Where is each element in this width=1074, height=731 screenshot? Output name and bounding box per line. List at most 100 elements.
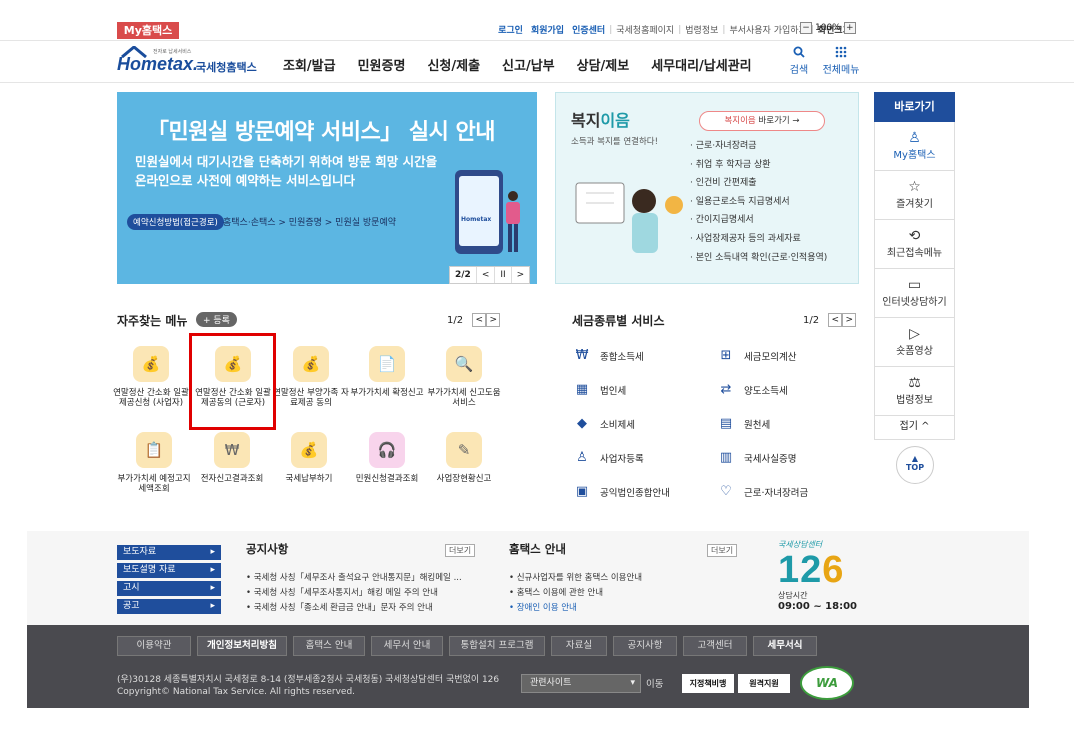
notice-item[interactable]: 국세청 사칭「종소세 환급금 안내」문자 주의 안내 [246, 601, 433, 613]
notice-item[interactable]: 국세청 사칭「세무조사 출석요구 안내통지문」해킹메일 ... [246, 571, 462, 583]
footer-tax-office[interactable]: 세무서 안내 [371, 636, 443, 656]
fav-label: 전자신고결과조회 [200, 474, 264, 484]
quick-shortform-video[interactable]: ▷ 숏폼영상 [874, 318, 955, 367]
footer-install-program[interactable]: 통합설치 프로그램 [449, 636, 545, 656]
favorites-title: 자주찾는 메뉴 [117, 314, 188, 328]
fav-yearend-dependent-consent[interactable]: 💰 연말정산 부양가족 자료제공 동의 [271, 346, 351, 408]
zoom-out-button[interactable]: − [800, 22, 812, 34]
footer-hometax-guide[interactable]: 홈택스 안내 [293, 636, 365, 656]
quick-recent-menu[interactable]: ⟲ 최근접속메뉴 [874, 220, 955, 269]
nav-application-submit[interactable]: 신청/제출 [427, 55, 480, 74]
footer-notice[interactable]: 공지사항 [613, 636, 677, 656]
quick-internet-consult[interactable]: ▭ 인터넷상담하기 [874, 269, 955, 318]
press-explanation-tab[interactable]: 보도설명 자료 [117, 563, 221, 578]
fav-business-status-report[interactable]: ✎ 사업장현황신고 [424, 432, 504, 484]
scroll-top-button[interactable]: ▲ TOP [896, 446, 934, 484]
search-button[interactable]: 검색 [788, 46, 810, 76]
policy-badge[interactable]: 지정책비맹 [682, 674, 734, 693]
tax-global-income[interactable]: ₩ 종합소득세 [572, 348, 644, 363]
nav-tax-agent[interactable]: 세무대리/납세관리 [651, 55, 751, 74]
fav-vat-final-report[interactable]: 📄 부가가치세 확정신고 [347, 346, 427, 398]
quick-label: 즐겨찾기 [896, 199, 933, 210]
welfare-shortcut-button[interactable]: 복지이음 바로가기 → [699, 111, 825, 131]
welfare-item[interactable]: 근로·자녀장려금 [690, 137, 827, 156]
tax-simulation[interactable]: ⊞ 세금모의계산 [716, 348, 797, 363]
my-hometax-tab[interactable]: My홈택스 [117, 22, 179, 39]
banner-prev-button[interactable]: < [477, 267, 496, 283]
go-button[interactable]: 이동 [646, 676, 663, 690]
related-sites-select[interactable]: 관련사이트 [521, 674, 641, 693]
quick-fold-button[interactable]: 접기 ^ [874, 416, 955, 440]
hometax-guide-more-button[interactable]: 더보기 [707, 544, 738, 557]
tax-prev-button[interactable]: < [828, 313, 843, 327]
welfare-item[interactable]: 일용근로소득 지급명세서 [690, 193, 827, 212]
favorites-prev-button[interactable]: < [472, 313, 487, 327]
nav-consult-report[interactable]: 상담/제보 [577, 55, 630, 74]
main-navigation: 조회/발급 민원증명 신청/제출 신고/납부 상담/제보 세무대리/납세관리 [283, 55, 774, 74]
fav-vat-preliminary-notice[interactable]: 📋 부가가치세 예정고지 세액조회 [114, 432, 194, 494]
footer-customer-center[interactable]: 고객센터 [683, 636, 747, 656]
welfare-item[interactable]: 사업장제공자 등의 과세자료 [690, 230, 827, 249]
nts-homepage-link[interactable]: 국세청홈페이지 [612, 23, 678, 36]
welfare-item[interactable]: 본인 소득내역 확인(근로·인적용역) [690, 249, 828, 268]
signup-link[interactable]: 회원가입 [527, 23, 568, 36]
money-bag-icon: 💰 [133, 346, 169, 382]
favorites-page-indicator: 1/2 [447, 315, 464, 326]
play-icon: ▷ [909, 326, 920, 342]
vat-document-icon: 📄 [369, 346, 405, 382]
notification-tab[interactable]: 고시 [117, 581, 221, 596]
login-link[interactable]: 로그인 [494, 23, 527, 36]
tax-withholding[interactable]: ▤ 원천세 [716, 416, 770, 431]
footer-privacy[interactable]: 개인정보처리방침 [197, 636, 287, 656]
web-accessibility-mark: WA [800, 666, 854, 700]
quick-my-hometax[interactable]: ♙ My홈택스 [874, 122, 955, 171]
tax-earned-child-credit[interactable]: ♡ 근로·자녀장려금 [716, 484, 808, 499]
fav-pay-national-tax[interactable]: 💰 국세납부하기 [269, 432, 349, 484]
footer-terms[interactable]: 이용약관 [117, 636, 191, 656]
press-release-tab[interactable]: 보도자료 [117, 545, 221, 560]
guide-item[interactable]: 신규사업자를 위한 홈택스 이용안내 [509, 571, 642, 583]
nav-report-pay[interactable]: 신고/납부 [502, 55, 555, 74]
nav-inquiry-issue[interactable]: 조회/발급 [283, 55, 336, 74]
dept-user-signup-link[interactable]: 부서사용자 가입하기 [725, 23, 810, 36]
fav-yearend-provide-business[interactable]: 💰 연말정산 간소화 일괄제공신청 (사업자) [111, 346, 191, 408]
announcement-tab[interactable]: 공고 [117, 599, 221, 614]
tax-public-interest-corp[interactable]: ▣ 공익법인종합안내 [572, 484, 670, 499]
welfare-item[interactable]: 취업 후 학자금 상환 [690, 156, 827, 175]
all-menu-button[interactable]: 전체메뉴 [820, 46, 862, 76]
law-info-link[interactable]: 법령정보 [681, 23, 722, 36]
welfare-item[interactable]: 간이지급명세서 [690, 211, 827, 230]
notice-more-button[interactable]: 더보기 [445, 544, 476, 557]
tax-next-button[interactable]: > [842, 313, 857, 327]
welfare-ieum-box: 복지이음 소득과 복지를 연결하다! 복지이음 바로가기 → 근로·자녀장려금 … [555, 92, 859, 284]
quick-favorites[interactable]: ☆ 즐겨찾기 [874, 171, 955, 220]
hometax-logo[interactable]: 전자로 납세서비스 Hometax. 국세청홈택스 [117, 46, 257, 76]
banner-next-button[interactable]: > [512, 267, 530, 283]
document-money-icon: 📋 [136, 432, 172, 468]
quick-law-info[interactable]: ⚖ 법령정보 [874, 367, 955, 416]
tax-business-registration[interactable]: ♙ 사업자등록 [572, 450, 644, 465]
auth-center-link[interactable]: 인증센터 [568, 23, 609, 36]
footer-archive[interactable]: 자료실 [551, 636, 607, 656]
tax-corporate[interactable]: ▦ 법인세 [572, 382, 626, 397]
tax-capital-gains[interactable]: ⇄ 양도소득세 [716, 382, 788, 397]
guide-item[interactable]: 홈택스 이용에 관한 안내 [509, 586, 603, 598]
fav-label: 국세납부하기 [285, 474, 333, 484]
copyright-text: Copyright© National Tax Service. All rig… [117, 687, 356, 697]
nav-civil-certificate[interactable]: 민원증명 [358, 55, 406, 74]
tax-consumption[interactable]: ◆ 소비제세 [572, 416, 635, 431]
zoom-in-button[interactable]: + [843, 22, 856, 34]
welfare-item[interactable]: 인건비 간편제출 [690, 174, 827, 193]
favorites-next-button[interactable]: > [486, 313, 501, 327]
favorites-add-button[interactable]: + 등록 [196, 312, 237, 327]
fav-vat-report-help[interactable]: 🔍 부가가치세 신고도움 서비스 [424, 346, 504, 408]
remote-support-button[interactable]: 원격지원 [738, 674, 790, 693]
fav-e-filing-result[interactable]: ₩ 전자신고결과조회 [192, 432, 272, 484]
banner-pause-button[interactable]: II [495, 267, 512, 283]
main-banner[interactable]: 「민원실 방문예약 서비스」 실시 안내 민원실에서 대기시간을 단축하기 위하… [117, 92, 537, 284]
tax-fact-certificate[interactable]: ▥ 국세사실증명 [716, 450, 797, 465]
footer-tax-forms[interactable]: 세무서식 [753, 636, 817, 656]
guide-item[interactable]: 장애인 이용 안내 [509, 601, 577, 613]
notice-item[interactable]: 국세청 사칭「세무조사통지서」해킹 메일 주의 안내 [246, 586, 438, 598]
fav-civil-result[interactable]: 🎧 민원신청결과조회 [347, 432, 427, 484]
